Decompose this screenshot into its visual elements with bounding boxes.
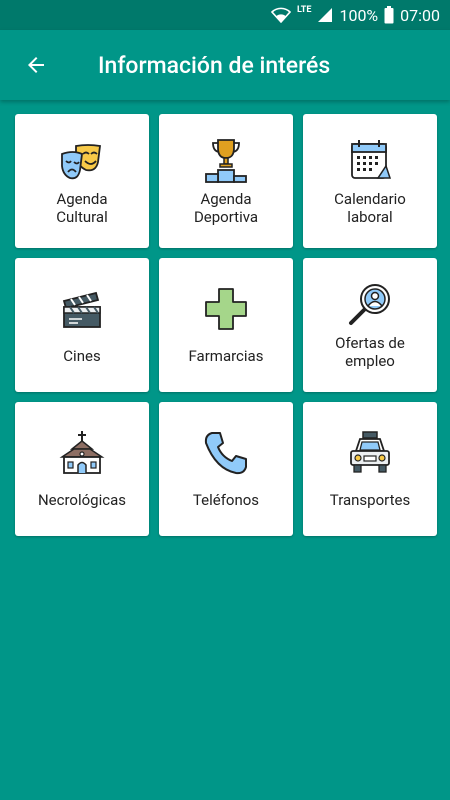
tile-transportes[interactable]: Transportes <box>303 402 437 536</box>
battery-icon <box>384 6 394 24</box>
tile-ofertas-empleo[interactable]: Ofertas de empleo <box>303 258 437 392</box>
tile-label: Calendario laboral <box>334 190 406 226</box>
tile-cines[interactable]: Cines <box>15 258 149 392</box>
page-title: Información de interés <box>98 51 331 79</box>
tile-label: Ofertas de empleo <box>335 334 405 370</box>
tile-label: Farmarcias <box>188 347 264 365</box>
tile-label: Agenda Cultural <box>56 190 108 226</box>
trophy-podium-icon <box>202 136 250 184</box>
tiles-grid: Agenda Cultural Agenda Deportiva Calenda… <box>15 114 437 536</box>
tile-farmarcias[interactable]: Farmarcias <box>159 258 293 392</box>
tile-label: Teléfonos <box>192 491 260 509</box>
network-type: LTE <box>296 5 312 15</box>
tile-agenda-cultural[interactable]: Agenda Cultural <box>15 114 149 248</box>
phone-icon <box>202 429 250 477</box>
tile-agenda-deportiva[interactable]: Agenda Deportiva <box>159 114 293 248</box>
church-icon <box>58 429 106 477</box>
tile-label: Agenda Deportiva <box>193 190 259 226</box>
clapperboard-icon <box>58 285 106 333</box>
wifi-icon <box>270 7 291 23</box>
tile-necrologicas[interactable]: Necrológicas <box>15 402 149 536</box>
status-bar: LTE 100% 07:00 <box>0 0 450 30</box>
tile-label: Transportes <box>329 491 411 509</box>
app-bar: Información de interés <box>0 30 450 100</box>
taxi-icon <box>346 429 394 477</box>
theater-masks-icon <box>58 136 106 184</box>
arrow-back-icon <box>28 57 44 73</box>
tile-calendario-laboral[interactable]: Calendario laboral <box>303 114 437 248</box>
signal-icon <box>317 7 333 23</box>
battery-percent: 100% <box>339 5 379 25</box>
tile-label: Cines <box>63 347 101 365</box>
calendar-icon <box>346 136 394 184</box>
job-search-icon <box>346 280 394 328</box>
tile-label: Necrológicas <box>37 491 127 509</box>
clock: 07:00 <box>400 5 440 25</box>
pharmacy-cross-icon <box>202 285 250 333</box>
tile-telefonos[interactable]: Teléfonos <box>159 402 293 536</box>
back-button[interactable] <box>14 43 58 87</box>
